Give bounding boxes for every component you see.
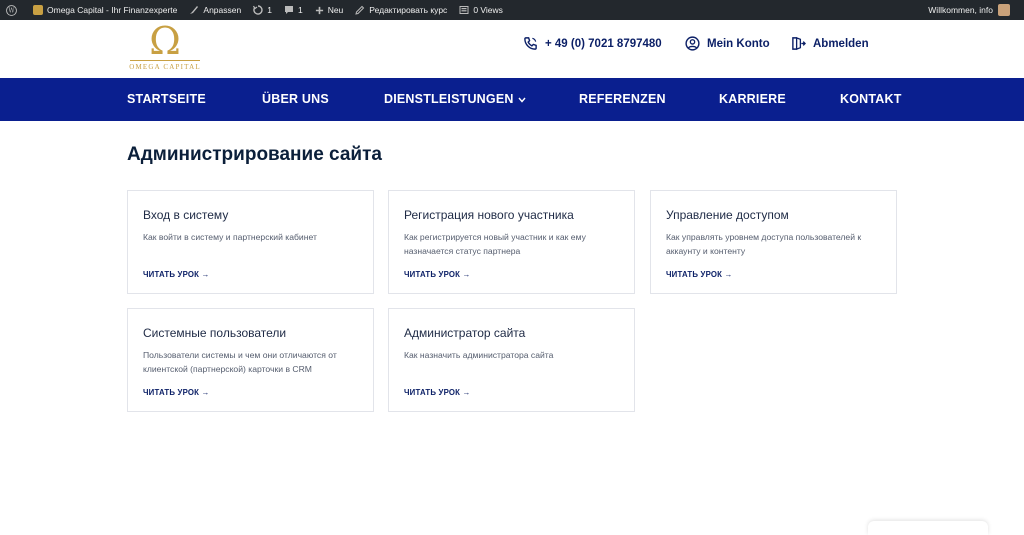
site-name-link[interactable]: Omega Capital - Ihr Finanzexperte	[27, 0, 183, 20]
plus-icon	[315, 6, 323, 14]
account-link[interactable]: Mein Konto	[685, 36, 770, 51]
customize-link[interactable]: Anpassen	[183, 0, 247, 20]
read-lesson-link[interactable]: ЧИТАТЬ УРОК →	[143, 388, 209, 397]
lesson-card-title[interactable]: Администратор сайта	[404, 326, 525, 340]
nav-ueber-uns[interactable]: ÜBER UNS	[262, 78, 329, 121]
main-navigation: STARTSEITE ÜBER UNS DIENSTLEISTUNGEN REF…	[0, 78, 1024, 121]
nav-kontakt[interactable]: KONTAKT	[840, 78, 902, 121]
read-lesson-link[interactable]: ЧИТАТЬ УРОК →	[404, 270, 470, 279]
nav-dienstleistungen-label: DIENSTLEISTUNGEN	[384, 92, 514, 106]
comments-count: 1	[297, 5, 303, 15]
updates-link[interactable]: 1	[247, 0, 278, 20]
updates-icon	[253, 5, 263, 15]
new-content-link[interactable]: Neu	[309, 0, 350, 20]
account-label: Mein Konto	[707, 37, 770, 50]
svg-text:W: W	[8, 7, 15, 14]
logo-text: OMEGA CAPITAL	[129, 63, 201, 71]
logo-symbol: Ω	[149, 19, 181, 63]
lesson-card[interactable]: Вход в систему Как войти в систему и пар…	[127, 190, 374, 294]
customize-label: Anpassen	[203, 5, 242, 15]
avatar	[998, 4, 1010, 16]
lesson-card-title[interactable]: Управление доступом	[666, 208, 789, 222]
lesson-card[interactable]: Системные пользователи Пользователи сист…	[127, 308, 374, 412]
views-label: 0 Views	[473, 5, 503, 15]
nav-referenzen[interactable]: REFERENZEN	[579, 78, 666, 121]
comment-icon	[284, 6, 293, 14]
wordpress-menu[interactable]: W	[0, 0, 27, 20]
edit-label: Редактировать курс	[369, 5, 448, 15]
pencil-icon	[355, 5, 365, 15]
wordpress-icon: W	[6, 4, 17, 16]
site-icon	[33, 5, 43, 15]
nav-dienstleistungen[interactable]: DIENSTLEISTUNGEN	[384, 78, 526, 121]
phone-number: + 49 (0) 7021 8797480	[545, 37, 662, 50]
logout-label: Abmelden	[813, 37, 869, 50]
read-lesson-link[interactable]: ЧИТАТЬ УРОК →	[143, 270, 209, 279]
read-lesson-link[interactable]: ЧИТАТЬ УРОК →	[666, 270, 732, 279]
site-logo[interactable]: Ω OMEGA CAPITAL	[128, 22, 202, 72]
lesson-card-title[interactable]: Вход в систему	[143, 208, 228, 222]
lesson-card-description: Как управлять уровнем доступа пользовате…	[666, 232, 862, 256]
phone-icon	[524, 37, 537, 50]
brush-icon	[190, 6, 199, 14]
views-link[interactable]: 0 Views	[453, 0, 509, 20]
lesson-card-title[interactable]: Системные пользователи	[143, 326, 286, 340]
updates-count: 1	[267, 5, 272, 15]
lesson-card-description: Как регистрируется новый участник и как …	[404, 232, 586, 256]
page-title: Администрирование сайта	[127, 144, 382, 165]
logout-link[interactable]: Abmelden	[791, 36, 869, 51]
nav-startseite[interactable]: STARTSEITE	[127, 78, 206, 121]
lesson-card[interactable]: Регистрация нового участника Как регистр…	[388, 190, 635, 294]
chevron-down-icon	[518, 97, 526, 103]
new-label: Neu	[327, 5, 344, 15]
phone-link[interactable]: + 49 (0) 7021 8797480	[523, 36, 662, 51]
site-name-label: Omega Capital - Ihr Finanzexperte	[47, 5, 178, 15]
edit-course-link[interactable]: Редактировать курс	[349, 0, 453, 20]
views-icon	[459, 6, 469, 14]
my-account-link[interactable]: Willkommen, info	[922, 0, 1024, 20]
lesson-card-title[interactable]: Регистрация нового участника	[404, 208, 574, 222]
logout-icon	[792, 36, 806, 51]
user-circle-icon	[685, 36, 700, 51]
nav-karriere[interactable]: KARRIERE	[719, 78, 786, 121]
lesson-card-description: Пользователи системы и чем они отличаютс…	[143, 350, 337, 374]
read-lesson-link[interactable]: ЧИТАТЬ УРОК →	[404, 388, 470, 397]
site-header: Ω OMEGA CAPITAL + 49 (0) 7021 8797480 Me…	[0, 20, 1024, 78]
lesson-card-description: Как войти в систему и партнерский кабине…	[143, 232, 317, 242]
comments-link[interactable]: 1	[278, 0, 309, 20]
greeting-label: Willkommen, info	[928, 5, 993, 15]
lesson-card[interactable]: Администратор сайта Как назначить админи…	[388, 308, 635, 412]
admin-bar: W Omega Capital - Ihr Finanzexperte Anpa…	[0, 0, 1024, 20]
lesson-card[interactable]: Управление доступом Как управлять уровне…	[650, 190, 897, 294]
lesson-card-description: Как назначить администратора сайта	[404, 350, 554, 360]
chat-widget-tab[interactable]	[868, 521, 988, 535]
